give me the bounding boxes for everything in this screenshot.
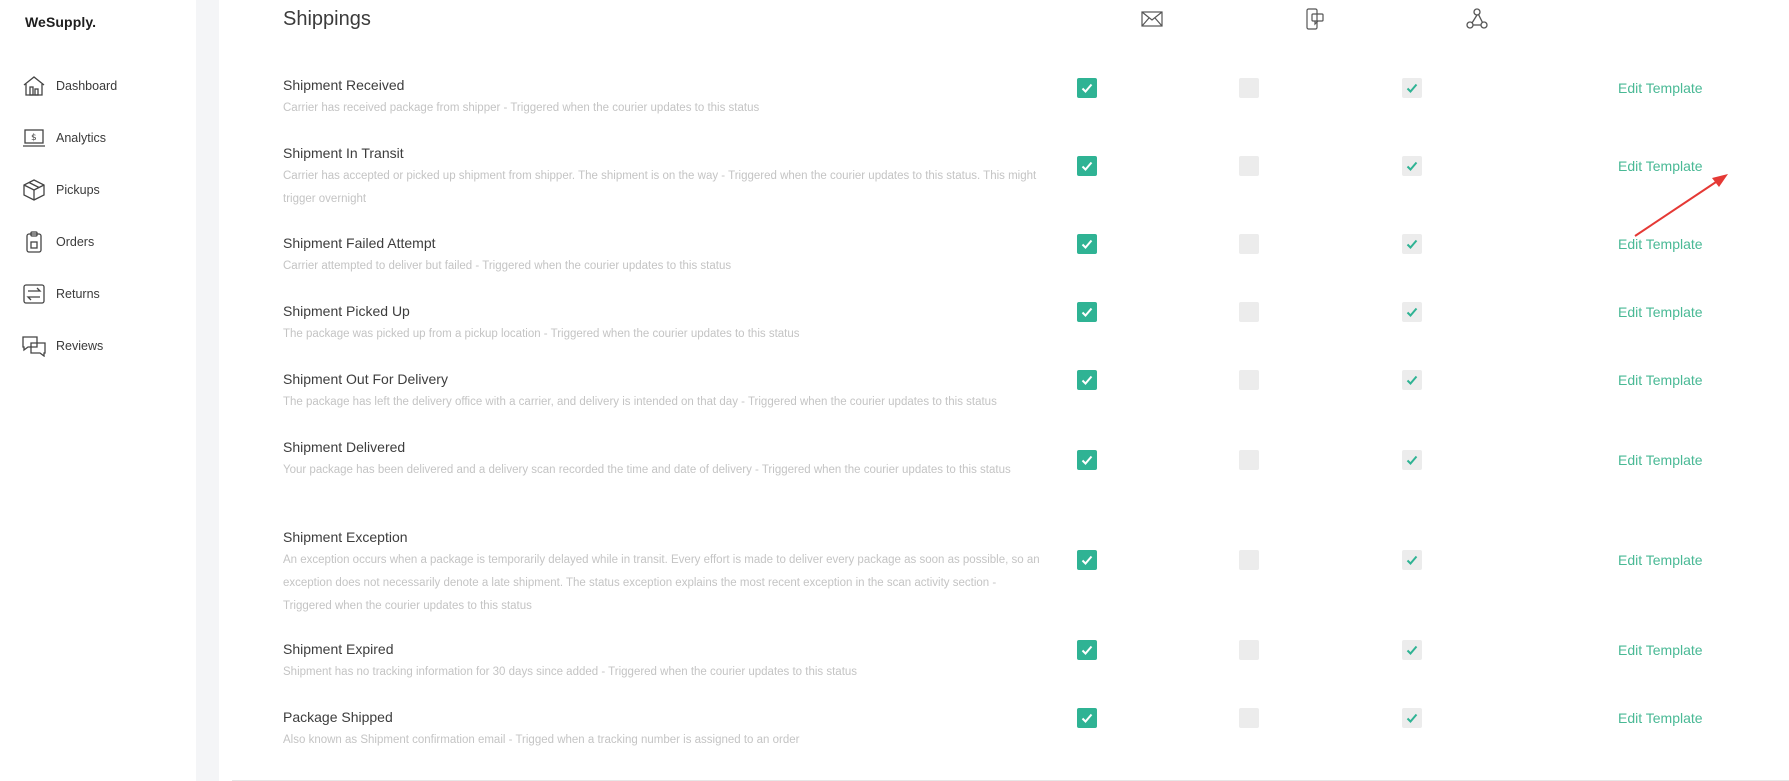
webhook-checkbox[interactable]	[1402, 234, 1422, 254]
row-description: An exception occurs when a package is te…	[283, 554, 1040, 612]
webhook-checkbox[interactable]	[1402, 550, 1422, 570]
sms-checkbox[interactable]	[1239, 708, 1259, 728]
sidebar-item-dashboard[interactable]: Dashboard	[0, 60, 196, 112]
edit-template-link[interactable]: Edit Template	[1618, 642, 1703, 658]
row-description: Shipment has no tracking information for…	[283, 666, 858, 678]
webhook-checkbox[interactable]	[1402, 450, 1422, 470]
app-root: WeSupply. Dashboard $ Analytics Pickups	[0, 0, 1789, 781]
dashboard-icon	[21, 73, 47, 99]
edit-template-link[interactable]: Edit Template	[1618, 80, 1703, 96]
notification-row: Shipment Delivered Your package has been …	[283, 438, 1783, 482]
row-title: Shipment Picked Up	[283, 303, 410, 319]
sidebar-item-reviews[interactable]: Reviews	[0, 320, 196, 372]
email-checkbox[interactable]	[1077, 156, 1097, 176]
sms-checkbox[interactable]	[1239, 640, 1259, 660]
row-title: Shipment Delivered	[283, 439, 406, 455]
chat-icon	[21, 333, 47, 359]
box-icon	[21, 177, 47, 203]
row-description: The package has left the delivery office…	[283, 396, 997, 408]
sidebar-divider	[196, 0, 219, 781]
webhook-checkbox[interactable]	[1402, 156, 1422, 176]
row-description: Carrier has received package from shippe…	[283, 102, 760, 114]
notification-row: Shipment Expired Shipment has no tracking…	[283, 640, 1783, 684]
sidebar-item-analytics[interactable]: $ Analytics	[0, 112, 196, 164]
logo: WeSupply.	[25, 14, 97, 30]
sidebar-item-label: Returns	[56, 287, 100, 301]
row-description: The package was picked up from a pickup …	[283, 328, 800, 340]
notification-row: Package Shipped Also known as Shipment co…	[283, 708, 1783, 752]
sms-checkbox[interactable]	[1239, 370, 1259, 390]
webhook-checkbox[interactable]	[1402, 370, 1422, 390]
notification-row: Shipment Out For Delivery The package has…	[283, 370, 1783, 414]
webhook-checkbox[interactable]	[1402, 78, 1422, 98]
email-checkbox[interactable]	[1077, 302, 1097, 322]
main-content: Shippings Shipment Received Carrier has r…	[219, 0, 1789, 781]
sidebar-item-returns[interactable]: Returns	[0, 268, 196, 320]
edit-template-link[interactable]: Edit Template	[1618, 552, 1703, 568]
sidebar: WeSupply. Dashboard $ Analytics Pickups	[0, 0, 196, 781]
notification-row: Shipment Exception An exception occurs wh…	[283, 528, 1783, 618]
email-checkbox[interactable]	[1077, 450, 1097, 470]
edit-template-link[interactable]: Edit Template	[1618, 710, 1703, 726]
returns-icon	[21, 281, 47, 307]
row-description: Carrier has accepted or picked up shipme…	[283, 170, 1037, 205]
row-title: Package Shipped	[283, 709, 393, 725]
sidebar-item-label: Reviews	[56, 339, 104, 353]
webhook-checkbox[interactable]	[1402, 302, 1422, 322]
webhook-checkbox[interactable]	[1402, 708, 1422, 728]
edit-template-link[interactable]: Edit Template	[1618, 452, 1703, 468]
email-checkbox[interactable]	[1077, 78, 1097, 98]
edit-template-link[interactable]: Edit Template	[1618, 304, 1703, 320]
webhook-icon	[1463, 6, 1491, 32]
sidebar-item-label: Analytics	[56, 131, 107, 145]
notification-row: Shipment In Transit Carrier has accepted …	[283, 144, 1783, 211]
row-title: Shipment Exception	[283, 529, 408, 545]
clipboard-icon	[21, 229, 47, 255]
notification-row: Shipment Picked Up The package was picked…	[283, 302, 1783, 346]
email-checkbox[interactable]	[1077, 234, 1097, 254]
sms-checkbox[interactable]	[1239, 78, 1259, 98]
sidebar-item-label: Pickups	[56, 183, 100, 197]
notification-row: Shipment Failed Attempt Carrier attempted…	[283, 234, 1783, 278]
sidebar-item-label: Dashboard	[56, 79, 118, 93]
row-title: Shipment Expired	[283, 641, 394, 657]
row-title: Shipment Out For Delivery	[283, 371, 448, 387]
analytics-icon: $	[21, 125, 47, 151]
row-title: Shipment Received	[283, 77, 405, 93]
edit-template-link[interactable]: Edit Template	[1618, 158, 1703, 174]
sms-icon	[1301, 6, 1329, 32]
notification-row: Shipment Received Carrier has received pa…	[283, 76, 1783, 120]
sidebar-item-orders[interactable]: Orders	[0, 216, 196, 268]
webhook-checkbox[interactable]	[1402, 640, 1422, 660]
edit-template-link[interactable]: Edit Template	[1618, 236, 1703, 252]
sms-checkbox[interactable]	[1239, 302, 1259, 322]
row-title: Shipment In Transit	[283, 145, 404, 161]
sidebar-nav: Dashboard $ Analytics Pickups Orders Ret…	[0, 60, 196, 372]
email-icon	[1138, 6, 1166, 32]
sms-checkbox[interactable]	[1239, 550, 1259, 570]
row-description: Also known as Shipment confirmation emai…	[283, 734, 800, 746]
sidebar-item-pickups[interactable]: Pickups	[0, 164, 196, 216]
email-checkbox[interactable]	[1077, 550, 1097, 570]
page-title: Shippings	[283, 8, 371, 30]
email-checkbox[interactable]	[1077, 708, 1097, 728]
row-description: Your package has been delivered and a de…	[283, 464, 1011, 476]
sms-checkbox[interactable]	[1239, 450, 1259, 470]
edit-template-link[interactable]: Edit Template	[1618, 372, 1703, 388]
row-description: Carrier attempted to deliver but failed …	[283, 260, 732, 272]
email-checkbox[interactable]	[1077, 640, 1097, 660]
sms-checkbox[interactable]	[1239, 156, 1259, 176]
sidebar-item-label: Orders	[56, 235, 95, 249]
row-title: Shipment Failed Attempt	[283, 235, 436, 251]
svg-text:$: $	[31, 133, 37, 143]
email-checkbox[interactable]	[1077, 370, 1097, 390]
sms-checkbox[interactable]	[1239, 234, 1259, 254]
